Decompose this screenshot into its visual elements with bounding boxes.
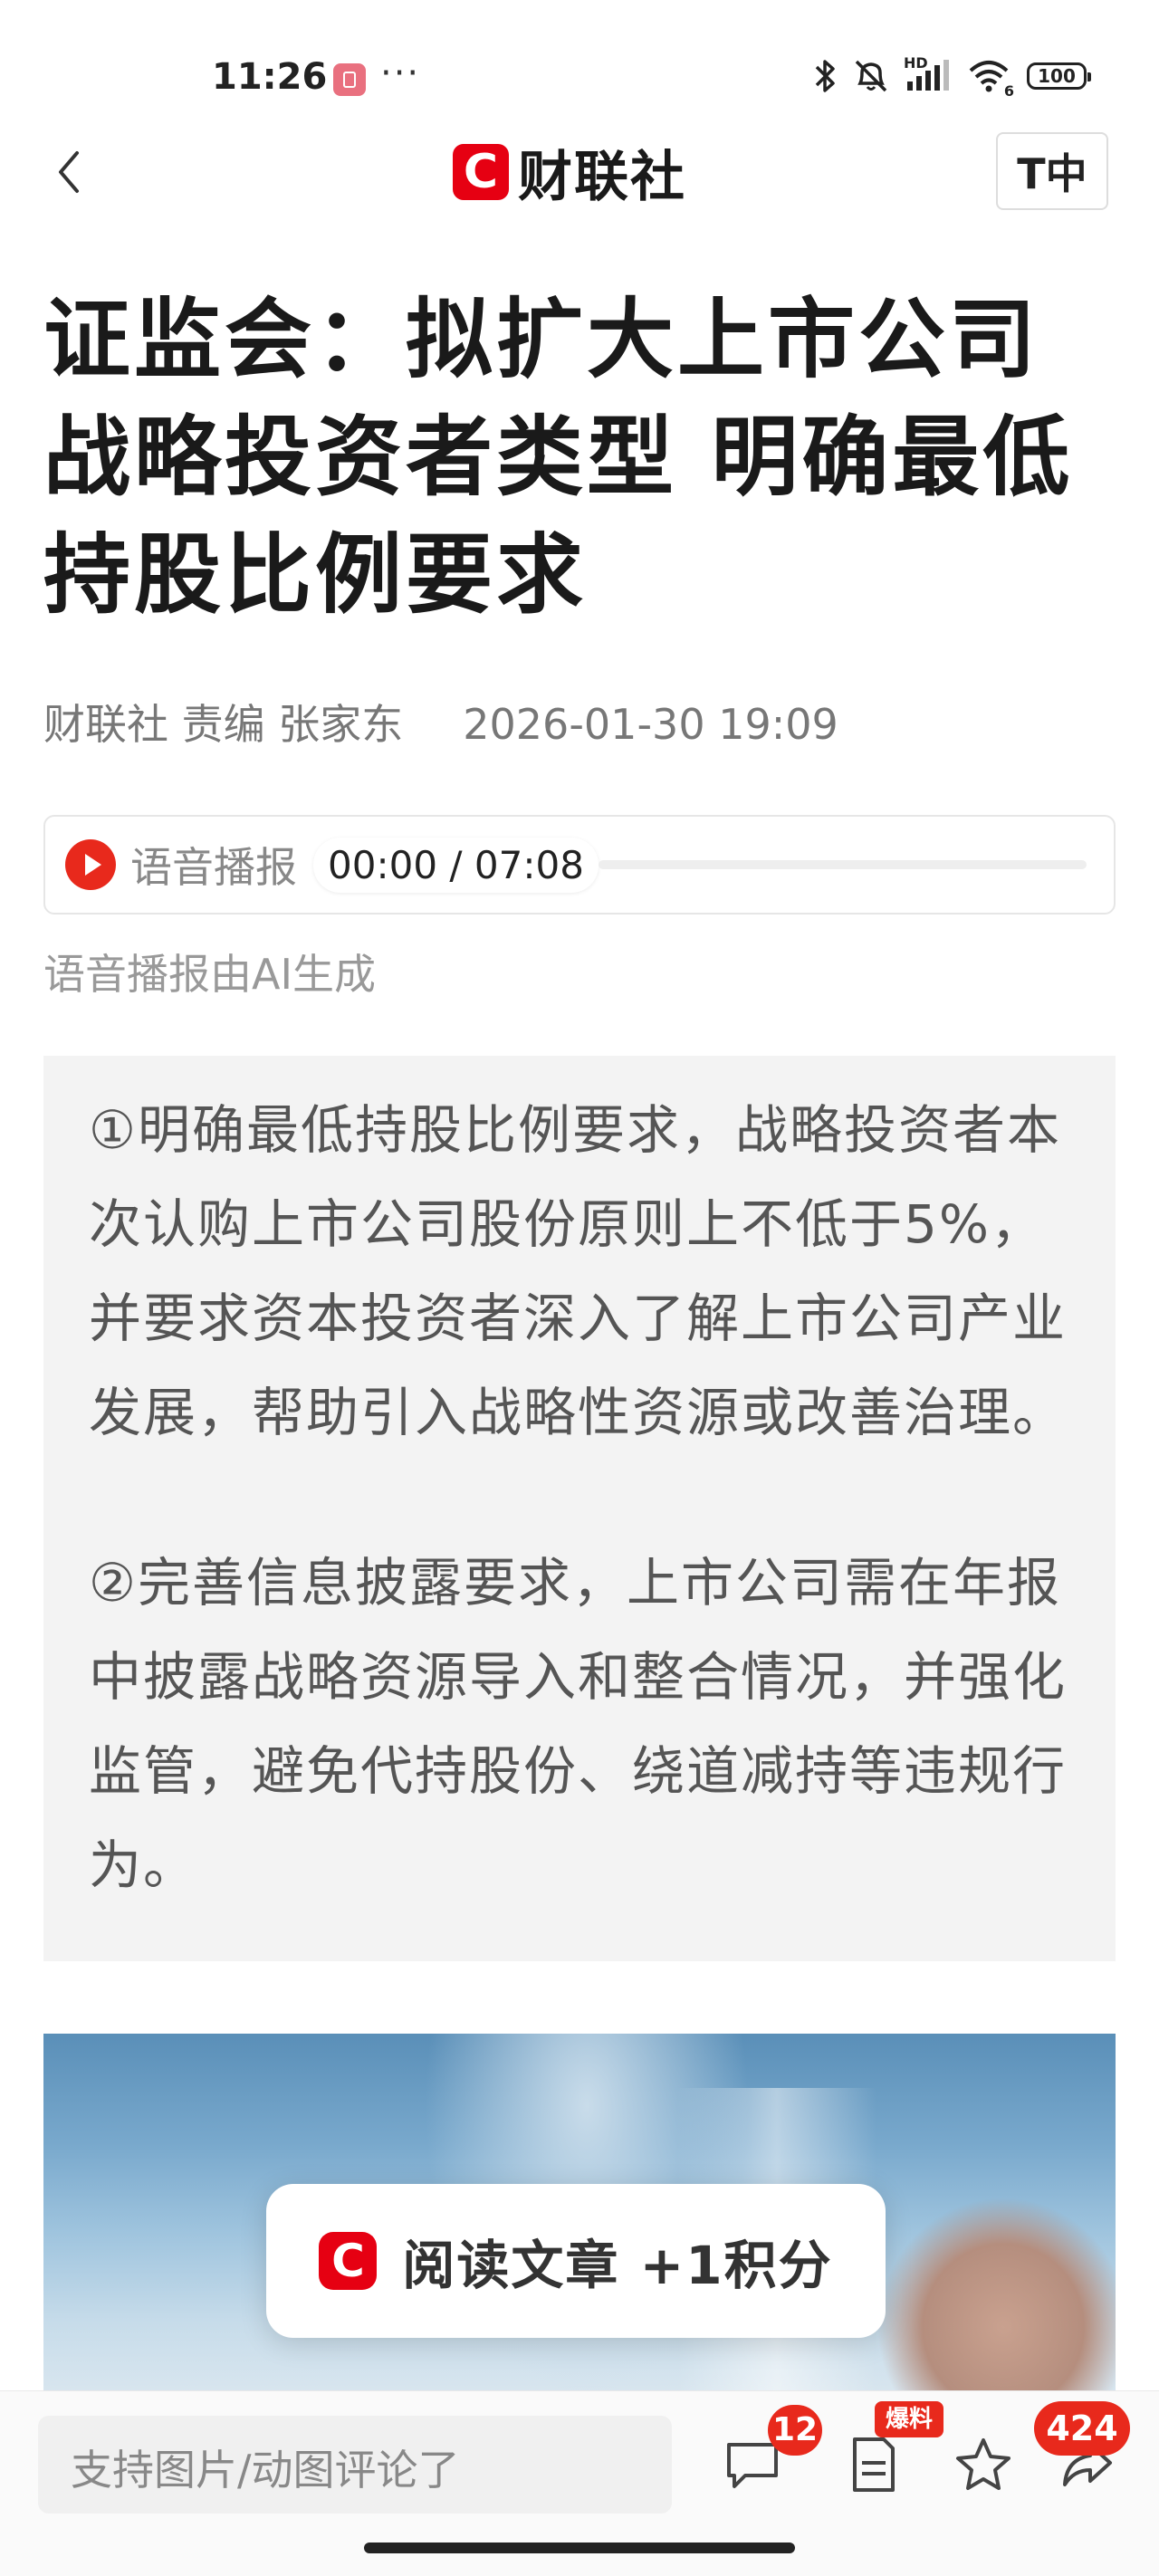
audio-player[interactable]: 语音播报 00:00 / 07:08 bbox=[43, 815, 1116, 915]
chevron-left-icon bbox=[59, 151, 79, 193]
audio-time: 00:00 / 07:08 bbox=[313, 837, 599, 893]
network-type-label: HD bbox=[904, 54, 928, 72]
bluetooth-icon bbox=[815, 60, 835, 92]
play-icon[interactable] bbox=[65, 839, 116, 890]
app-logo: C 财联社 bbox=[453, 136, 686, 209]
audio-progress-track[interactable] bbox=[598, 860, 1087, 869]
article-title: 证监会：拟扩大上市公司战略投资者类型 明确最低持股比例要求 bbox=[43, 289, 1074, 626]
summary-point-1: ①明确最低持股比例要求，战略投资者本次认购上市公司股份原则上不低于5%，并要求资… bbox=[89, 1099, 1068, 1443]
status-time: 11:26 bbox=[212, 56, 328, 98]
favorite-button[interactable] bbox=[951, 2432, 1016, 2497]
audio-label: 语音播报 bbox=[130, 843, 297, 892]
battery-icon: 100 bbox=[1027, 62, 1091, 90]
status-icons: HD 6 100 bbox=[811, 54, 1091, 100]
article-source[interactable]: 财联社 bbox=[43, 700, 168, 749]
article-date: 2026-01-30 19:09 bbox=[463, 700, 838, 749]
star-icon bbox=[956, 2438, 1011, 2490]
document-icon bbox=[853, 2437, 895, 2492]
toast-text: 阅读文章 +1积分 bbox=[402, 2235, 833, 2296]
reading-points-toast: C 阅读文章 +1积分 bbox=[266, 2184, 886, 2338]
audio-ai-note: 语音播报由AI生成 bbox=[43, 950, 377, 999]
article-editor: 责编 张家东 bbox=[181, 700, 404, 749]
font-size-button[interactable]: T中 bbox=[996, 132, 1108, 210]
home-indicator[interactable] bbox=[364, 2542, 795, 2553]
article-summary: ①明确最低持股比例要求，战略投资者本次认购上市公司股份原则上不低于5%，并要求资… bbox=[43, 1056, 1116, 1961]
more-notifications-icon: ··· bbox=[380, 53, 421, 94]
share-count-badge: 424 bbox=[1034, 2401, 1130, 2456]
wifi-band-label: 6 bbox=[1003, 82, 1014, 100]
cellular-signal-icon: HD bbox=[904, 54, 954, 94]
comment-input[interactable]: 支持图片/动图评论了 bbox=[38, 2416, 672, 2514]
wifi-icon: 6 bbox=[967, 58, 1014, 100]
article-byline: 财联社 责编 张家东 2026-01-30 19:09 bbox=[43, 692, 838, 752]
mute-bell-icon bbox=[855, 60, 887, 92]
comment-count-badge: 12 bbox=[768, 2405, 822, 2456]
report-badge: 爆料 bbox=[875, 2401, 943, 2437]
toast-logo-icon: C bbox=[319, 2232, 378, 2290]
notification-app-icon bbox=[333, 63, 366, 96]
report-button[interactable] bbox=[840, 2432, 905, 2497]
summary-point-2: ②完善信息披露要求，上市公司需在年报中披露战略资源导入和整合情况，并强化监管，避… bbox=[89, 1552, 1068, 1896]
logo-text: 财联社 bbox=[518, 145, 686, 209]
logo-badge: C bbox=[453, 144, 509, 200]
back-button[interactable] bbox=[40, 136, 98, 208]
